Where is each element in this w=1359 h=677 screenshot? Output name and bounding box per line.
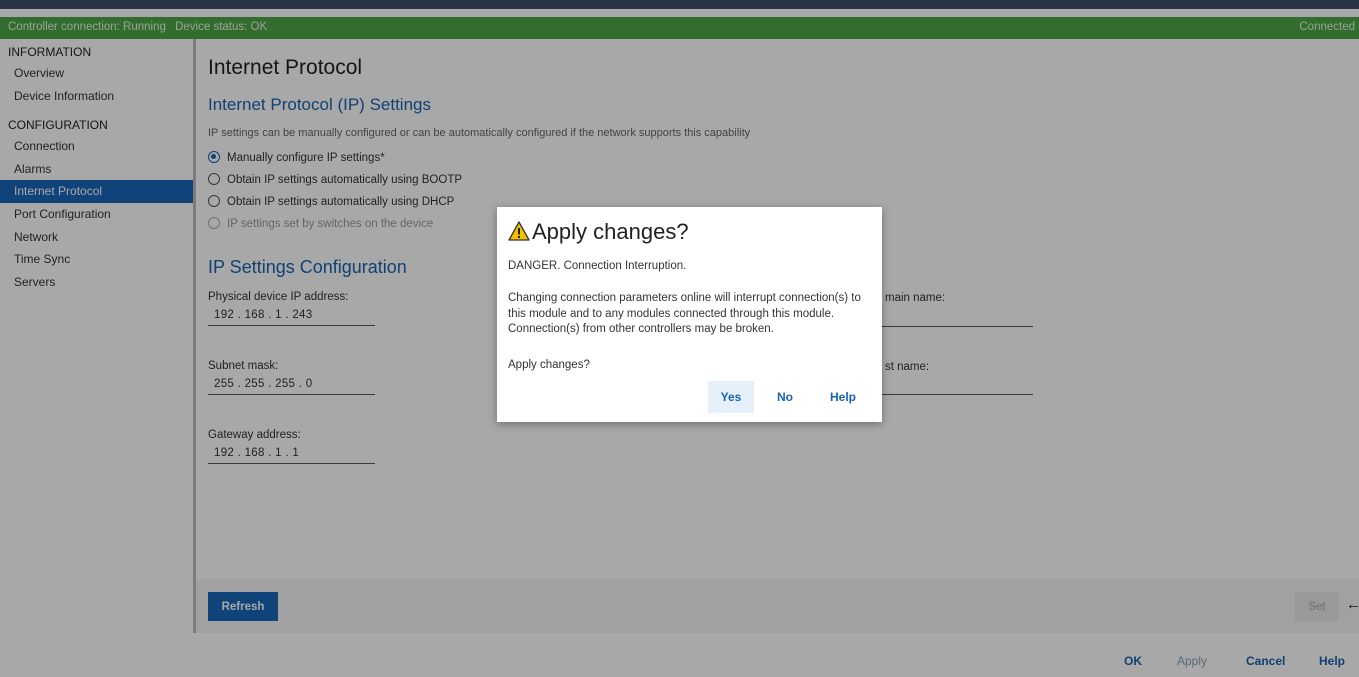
dialog-help-button[interactable]: Help: [823, 381, 863, 413]
dialog-question-text: Apply changes?: [508, 359, 590, 371]
window-top-strip: [0, 0, 1359, 9]
apply-changes-dialog: Apply changes? DANGER. Connection Interr…: [497, 207, 882, 422]
dialog-yes-button[interactable]: Yes: [708, 381, 754, 413]
dialog-no-button[interactable]: No: [769, 381, 801, 413]
dialog-title: Apply changes?: [508, 219, 689, 245]
warning-icon: [508, 221, 530, 241]
dialog-title-text: Apply changes?: [532, 219, 689, 244]
dialog-danger-text: DANGER. Connection Interruption.: [508, 260, 687, 272]
dialog-body-text: Changing connection parameters online wi…: [508, 292, 861, 335]
